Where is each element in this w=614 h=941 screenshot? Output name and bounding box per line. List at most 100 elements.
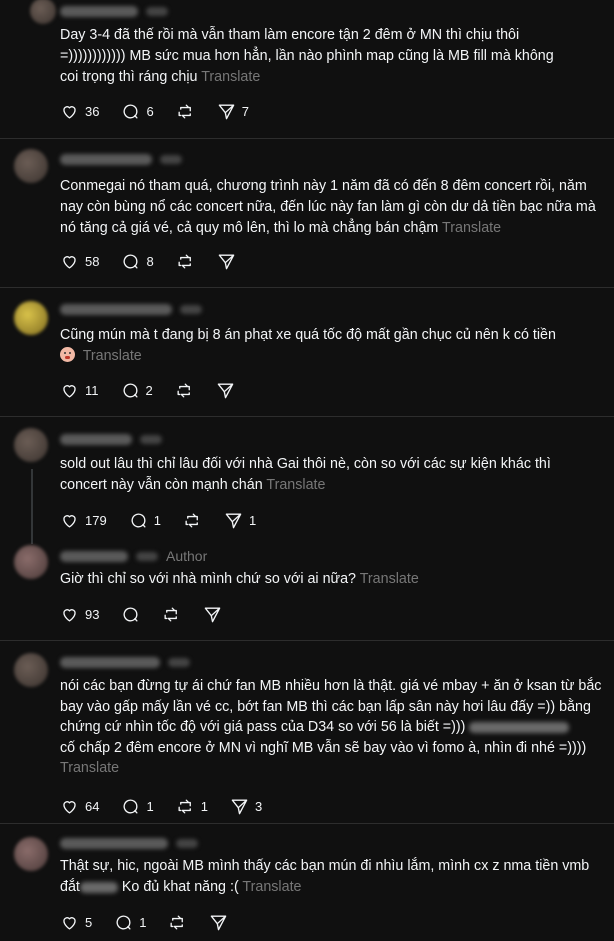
username[interactable]	[60, 153, 152, 165]
repost-icon	[170, 914, 184, 930]
reply-button[interactable]: 1	[121, 797, 154, 816]
heart-icon	[63, 255, 76, 269]
reply-button[interactable]: 1	[129, 511, 161, 530]
avatar[interactable]	[14, 301, 48, 335]
divider	[0, 640, 614, 641]
post-actions: 93	[60, 603, 244, 625]
post-text: Cũng mún mà t đang bị 8 án phạt xe quá t…	[60, 327, 556, 364]
translate-link[interactable]: Translate	[266, 477, 325, 493]
translate-link[interactable]: Translate	[360, 571, 419, 587]
username[interactable]	[60, 303, 172, 315]
timestamp	[180, 304, 202, 314]
share-button[interactable]	[203, 605, 222, 624]
reply-button[interactable]: 6	[121, 102, 154, 121]
username[interactable]	[60, 837, 168, 849]
repost-button[interactable]	[175, 381, 194, 400]
avatar[interactable]	[14, 149, 48, 183]
username[interactable]	[60, 656, 160, 668]
username[interactable]	[60, 433, 132, 445]
reply-button[interactable]: 2	[121, 381, 153, 400]
repost-button[interactable]	[168, 913, 187, 932]
like-button[interactable]: 11	[60, 381, 99, 400]
reply-count: 1	[153, 512, 161, 528]
heart-icon	[63, 800, 76, 814]
repost-button[interactable]: 1	[176, 797, 208, 816]
post-text: Conmegai nó tham quá, chương trình này 1…	[60, 178, 600, 236]
send-icon	[211, 914, 227, 930]
heart-icon	[63, 384, 76, 398]
avatar[interactable]	[30, 0, 56, 24]
timestamp	[168, 657, 190, 667]
comment-icon	[123, 103, 138, 119]
avatar[interactable]	[14, 428, 48, 462]
translate-link[interactable]: Translate	[83, 348, 142, 364]
repost-icon	[164, 606, 178, 622]
like-count: 179	[85, 512, 107, 528]
username[interactable]	[60, 5, 138, 17]
post-text: nói các bạn đừng tự ái chứ fan MB nhiều …	[60, 678, 606, 776]
post-header	[60, 834, 198, 852]
comment-icon	[123, 798, 138, 814]
reply-button[interactable]: 8	[121, 252, 154, 271]
post-actions: 64 1 1 3	[60, 795, 284, 817]
reply-count: 8	[146, 253, 154, 269]
translate-link[interactable]: Translate	[442, 220, 501, 236]
redacted-text	[79, 881, 118, 893]
post-header	[60, 2, 168, 20]
translate-link[interactable]: Translate	[60, 760, 119, 776]
share-button[interactable]	[216, 381, 235, 400]
avatar[interactable]	[14, 653, 48, 687]
timestamp	[176, 838, 198, 848]
repost-count: 1	[200, 798, 208, 814]
send-icon	[218, 103, 235, 119]
like-count: 36	[85, 103, 100, 119]
like-button[interactable]: 93	[60, 605, 99, 624]
post-actions: 36 6 7	[60, 100, 271, 122]
translate-link[interactable]: Translate	[242, 879, 301, 895]
divider	[0, 138, 614, 139]
repost-button[interactable]	[176, 102, 195, 121]
post-actions: 179 1 1	[60, 509, 278, 531]
repost-button[interactable]	[183, 511, 202, 530]
heart-icon	[63, 514, 76, 528]
like-button[interactable]: 64	[60, 797, 99, 816]
post-header	[60, 150, 182, 168]
author-badge: Author	[166, 548, 208, 564]
share-button[interactable]: 7	[217, 102, 249, 121]
share-button[interactable]	[217, 252, 236, 271]
divider	[0, 823, 614, 824]
like-button[interactable]: 179	[60, 511, 107, 530]
repost-icon	[178, 253, 191, 269]
reply-count: 6	[146, 103, 154, 119]
like-button[interactable]: 58	[60, 252, 99, 271]
reply-button[interactable]	[121, 605, 140, 624]
share-button[interactable]: 3	[230, 797, 262, 816]
repost-button[interactable]	[162, 605, 181, 624]
comment-icon	[123, 606, 138, 622]
translate-link[interactable]: Translate	[201, 69, 260, 85]
comment-icon	[131, 512, 146, 528]
like-count: 11	[85, 382, 99, 398]
reply-count: 1	[146, 798, 154, 814]
repost-button[interactable]	[176, 252, 195, 271]
post-header	[60, 300, 202, 318]
username[interactable]	[60, 550, 128, 562]
like-button[interactable]: 5	[60, 913, 92, 932]
flushed-emoji-icon	[60, 347, 75, 362]
comment-icon	[123, 253, 138, 269]
share-count: 1	[248, 512, 257, 528]
heart-icon	[63, 105, 76, 119]
post-text: Giờ thì chỉ so với nhà mình chứ so với a…	[60, 571, 419, 587]
post-actions: 5 1	[60, 911, 250, 933]
post-header	[60, 653, 190, 671]
reply-button[interactable]: 1	[114, 913, 146, 932]
post-actions: 58 8	[60, 250, 258, 272]
avatar[interactable]	[14, 837, 48, 871]
share-button[interactable]	[209, 913, 228, 932]
send-icon	[217, 382, 234, 398]
avatar[interactable]	[14, 545, 48, 579]
divider	[0, 287, 614, 288]
like-button[interactable]: 36	[60, 102, 99, 121]
share-button[interactable]: 1	[224, 511, 256, 530]
send-icon	[205, 606, 221, 622]
